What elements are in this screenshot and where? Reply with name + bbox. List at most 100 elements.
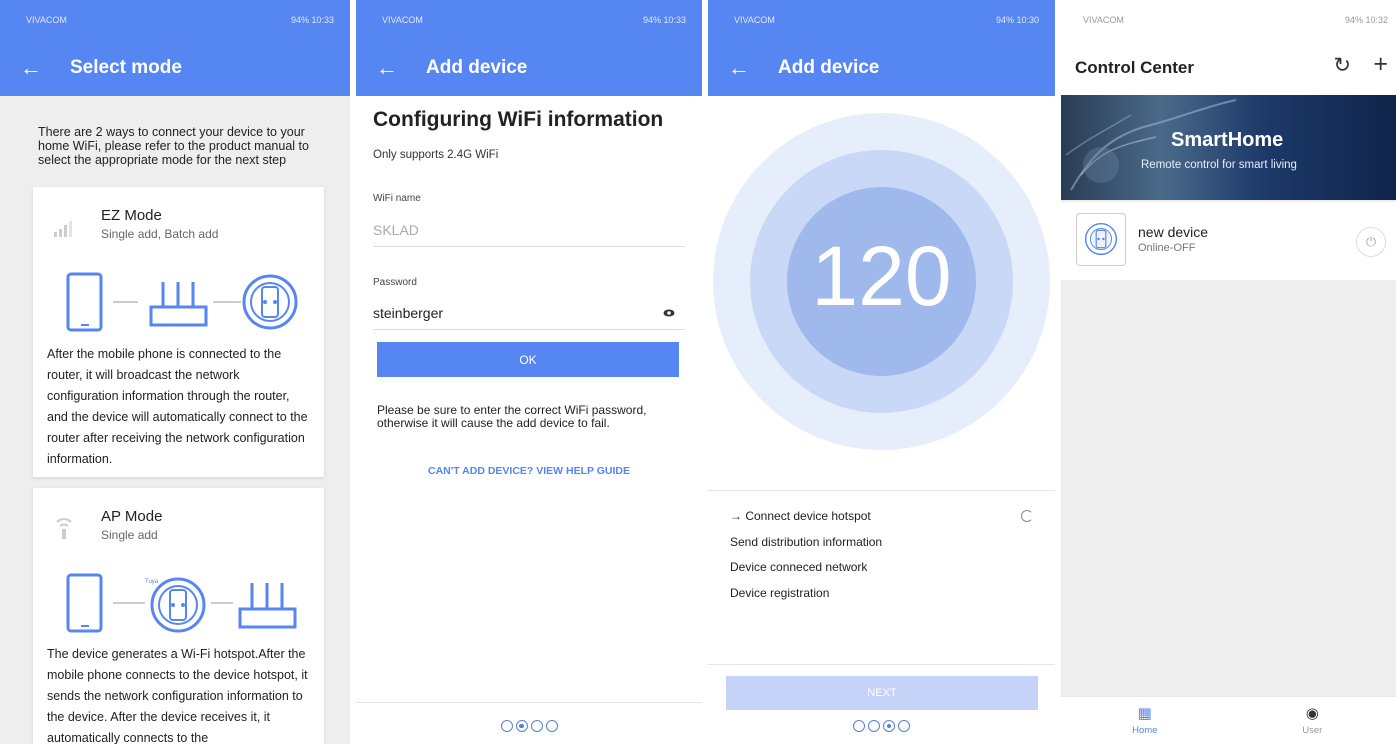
wifi-name-field[interactable]: SKLAD [373,213,685,247]
progress-header: VIVACOM 94% 10:30 ← Add device [708,0,1055,96]
status-bar: VIVACOM 94% 10:33 [0,0,350,40]
phone-icon [66,573,103,633]
wifi-name-label: WiFi name [373,193,421,204]
router-icon [149,282,208,327]
select-mode-header: VIVACOM 94% 10:33 ← Select mode [0,0,350,96]
plus-icon[interactable]: + [1373,50,1388,79]
wifi-config-screen: VIVACOM 94% 10:33 ← Add device Configuri… [356,0,702,744]
nav-user[interactable]: ◉ User [1229,697,1396,744]
wifi-name-value: SKLAD [373,221,419,238]
ez-mode-description: After the mobile phone is connected to t… [47,347,308,466]
status-carrier: VIVACOM [382,15,423,25]
step-dot [898,720,910,732]
back-arrow-icon[interactable]: ← [728,57,758,79]
ez-mode-card[interactable]: EZ Mode Single add, Batch add After the … [33,187,324,477]
ap-mode-illustration: Tuya [66,573,297,633]
ap-mode-subtitle: Single add [101,528,158,542]
app-bar: ← Add device [708,40,1055,96]
divider [708,664,1055,665]
progress-step: Device registration [730,585,830,600]
status-carrier: VIVACOM [1083,15,1124,25]
ap-mode-description: The device generates a Wi-Fi hotspot.Aft… [47,647,308,744]
hotspot-icon [56,518,72,539]
step-dot [500,720,513,732]
step-indicator [708,720,1055,732]
progress-step: Send distribution information [730,534,883,549]
router-icon [238,583,297,629]
password-label: Password [373,277,417,288]
step-dot [545,720,558,732]
back-arrow-icon[interactable]: ← [20,57,50,79]
nav-user-label: User [1302,724,1323,736]
password-value: steinberger [373,304,444,321]
device-card[interactable]: new device Online-OFF ⏻ [1061,202,1396,280]
progress-step: Device conneced network [730,560,868,574]
banner-subtitle: Remote control for smart living [1141,159,1297,171]
step-indicator [356,720,702,732]
status-battery-time: 94% 10:33 [290,15,334,25]
page-title: Select mode [70,57,182,78]
nav-home-label: Home [1132,724,1158,736]
password-field[interactable]: steinberger [373,296,685,330]
page-title: Add device [426,57,528,78]
page-title: Control Center [1075,57,1194,77]
back-arrow-icon[interactable]: ← [376,57,406,79]
app-bar: ← Add device [356,40,702,96]
ap-mode-card[interactable]: AP Mode Single add Tuya The device gener… [33,488,324,744]
add-device-progress-screen: VIVACOM 94% 10:30 ← Add device 120 → Con… [708,0,1055,744]
nav-home[interactable]: ▦ Home [1061,697,1229,744]
ap-mode-title: AP Mode [101,508,163,525]
status-battery-time: 94% 10:33 [642,15,686,25]
banner-title: SmartHome [1171,129,1284,151]
step-dot [868,720,880,732]
status-carrier: VIVACOM [734,15,775,25]
eye-icon[interactable] [663,307,675,319]
smart-plug-icon [242,274,298,330]
control-center-screen: VIVACOM 94% 10:32 Control Center ↻ + Sma… [1061,0,1396,744]
next-button[interactable]: NEXT [726,676,1038,710]
grid-icon: ▦ [1137,704,1152,722]
step-dot-active [515,720,528,732]
status-bar: VIVACOM 94% 10:30 [708,0,1055,40]
divider [356,702,702,703]
device-name: new device [1138,224,1209,240]
countdown-timer: 120 [811,229,952,323]
user-icon: ◉ [1305,704,1319,722]
page-title: Add device [778,57,880,78]
app-bar: ← Select mode [0,40,350,96]
help-guide-link[interactable]: CAN'T ADD DEVICE? VIEW HELP GUIDE [356,465,702,477]
wifi-config-heading: Configuring WiFi information [373,108,664,131]
divider [708,490,1055,491]
step-dot [853,720,865,732]
ez-mode-subtitle: Single add, Batch add [101,227,219,241]
ez-mode-title: EZ Mode [101,207,162,224]
device-status: Online-OFF [1138,242,1196,254]
ez-mode-illustration [66,272,298,332]
app-bar: Control Center ↻ + [1061,40,1396,95]
hotspot-label: Tuya [145,579,159,585]
bottom-navigation: ▦ Home ◉ User [1061,696,1396,744]
spinner-icon [1021,510,1033,522]
signal-icon [54,221,72,237]
phone-icon [66,272,103,332]
select-mode-screen: VIVACOM 94% 10:33 ← Select mode There ar… [0,0,350,744]
step-dot-active [883,720,895,732]
step-dot [530,720,543,732]
status-battery-time: 94% 10:30 [995,15,1039,25]
progress-steps: → Connect device hotspot Send distributi… [730,509,882,611]
mode-intro-text: There are 2 ways to connect your device … [38,125,309,167]
status-battery-time: 94% 10:32 [1344,15,1388,25]
smart-plug-icon [1076,213,1126,266]
smart-plug-icon [150,577,206,633]
status-bar: VIVACOM 94% 10:33 [356,0,702,40]
refresh-icon[interactable]: ↻ [1333,53,1351,78]
password-warning: Please be sure to enter the correct WiFi… [377,403,647,430]
smarthome-banner: SmartHome Remote control for smart livin… [1061,95,1396,200]
progress-step: → Connect device hotspot [730,509,871,523]
wifi-config-header: VIVACOM 94% 10:33 ← Add device [356,0,702,96]
ok-button[interactable]: OK [377,342,679,377]
wifi-config-subheading: Only supports 2.4G WiFi [373,149,499,161]
status-carrier: VIVACOM [26,15,67,25]
status-bar: VIVACOM 94% 10:32 [1061,0,1396,40]
power-icon[interactable]: ⏻ [1356,227,1386,257]
